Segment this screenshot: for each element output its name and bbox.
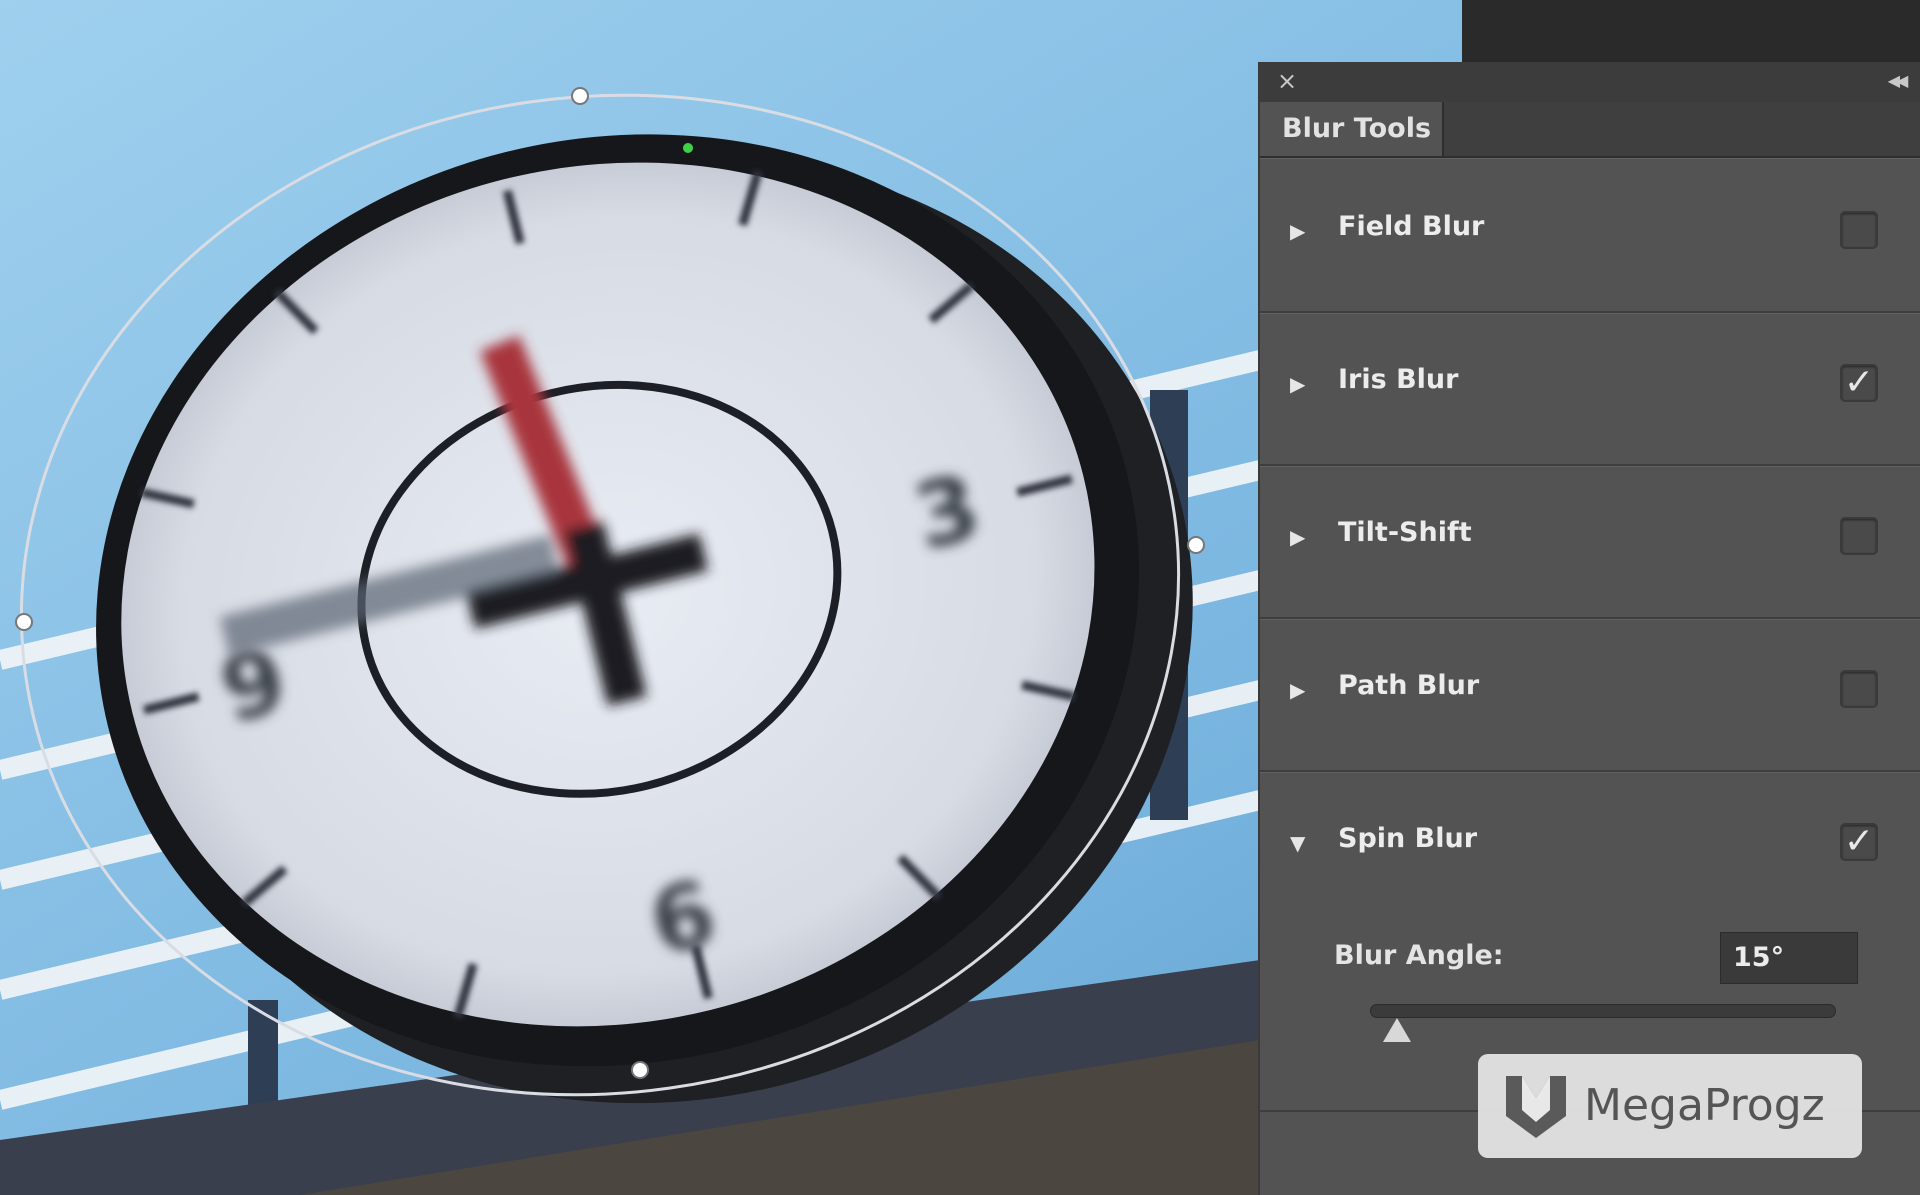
overlay-handle-bottom[interactable]: [631, 1061, 649, 1079]
close-icon[interactable]: ×: [1274, 68, 1300, 94]
watermark: MegaProgz: [1478, 1054, 1862, 1158]
section-path-blur[interactable]: ▶ Path Blur: [1260, 619, 1920, 772]
checkmark-icon: ✓: [1843, 362, 1875, 403]
section-label: Spin Blur: [1338, 823, 1478, 854]
tilt-shift-checkbox[interactable]: [1840, 517, 1878, 555]
panel-tab-bar: Blur Tools: [1260, 102, 1920, 158]
overlay-handle-left[interactable]: [15, 613, 33, 631]
dark-top-corner: [1462, 0, 1920, 62]
overlay-rotate-handle[interactable]: [683, 143, 693, 153]
expand-triangle-icon[interactable]: ▶: [1290, 678, 1305, 702]
spin-blur-checkbox[interactable]: ✓: [1840, 823, 1878, 861]
panel-titlebar: × ◀◀: [1260, 62, 1920, 103]
path-blur-checkbox[interactable]: [1840, 670, 1878, 708]
expand-triangle-icon[interactable]: ▶: [1290, 372, 1305, 396]
overlay-handle-top[interactable]: [571, 87, 589, 105]
iris-blur-checkbox[interactable]: ✓: [1840, 364, 1878, 402]
section-field-blur[interactable]: ▶ Field Blur: [1260, 158, 1920, 313]
tab-blur-tools[interactable]: Blur Tools: [1260, 102, 1444, 156]
field-blur-checkbox[interactable]: [1840, 211, 1878, 249]
section-iris-blur[interactable]: ▶ Iris Blur ✓: [1260, 313, 1920, 466]
blur-angle-label: Blur Angle:: [1334, 940, 1504, 971]
checkmark-icon: ✓: [1843, 821, 1875, 862]
megaprogz-logo-icon: [1506, 1076, 1566, 1138]
section-tilt-shift[interactable]: ▶ Tilt-Shift: [1260, 466, 1920, 619]
section-label: Iris Blur: [1338, 364, 1459, 395]
overlay-handle-right[interactable]: [1187, 536, 1205, 554]
section-label: Field Blur: [1338, 211, 1485, 242]
watermark-text: MegaProgz: [1584, 1080, 1825, 1131]
double-chevron-left-icon[interactable]: ◀◀: [1880, 68, 1912, 94]
blur-angle-input[interactable]: 15°: [1720, 932, 1858, 984]
section-label: Path Blur: [1338, 670, 1480, 701]
blur-angle-slider-thumb[interactable]: [1383, 1018, 1412, 1042]
expand-triangle-icon[interactable]: ▶: [1290, 219, 1305, 243]
expand-triangle-icon[interactable]: ▶: [1290, 525, 1305, 549]
blur-tools-panel: × ◀◀ Blur Tools ▶ Field Blur ▶ Iris Blur…: [1258, 62, 1920, 1195]
section-label: Tilt-Shift: [1338, 517, 1472, 548]
blur-angle-slider-track[interactable]: [1370, 1004, 1836, 1018]
collapse-triangle-icon[interactable]: ▼: [1290, 831, 1305, 855]
